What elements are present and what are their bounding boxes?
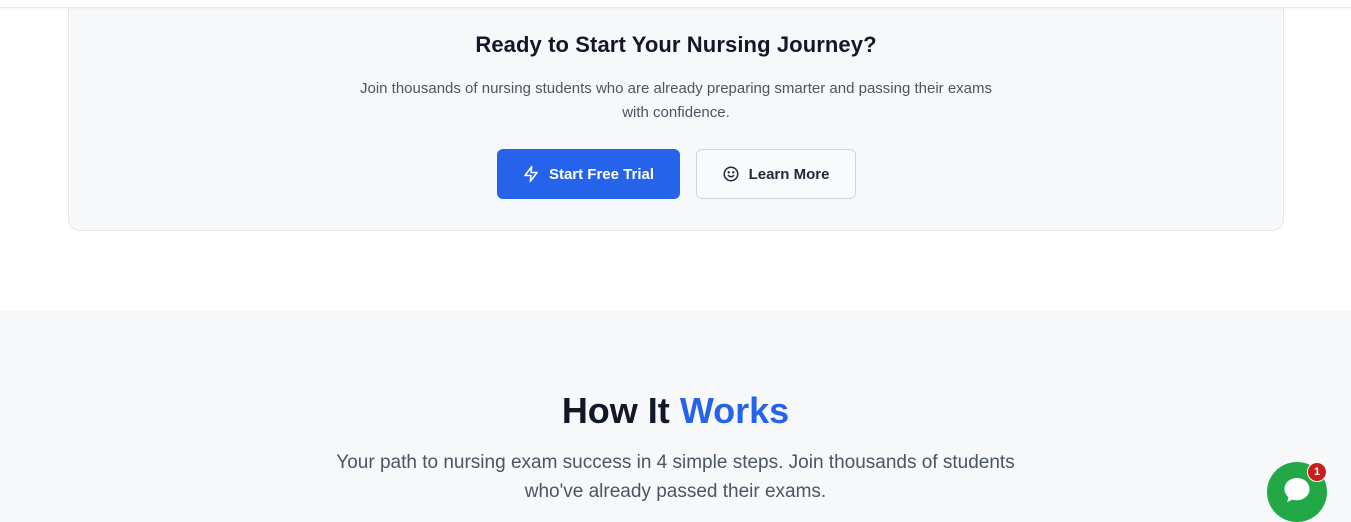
page: Ready to Start Your Nursing Journey? Joi…	[0, 0, 1351, 522]
lightning-icon	[522, 165, 540, 183]
how-it-works-title: How It Works	[0, 391, 1351, 431]
cta-card: Ready to Start Your Nursing Journey? Joi…	[68, 0, 1284, 231]
learn-more-label: Learn More	[748, 165, 830, 183]
learn-more-button[interactable]: Learn More	[695, 149, 856, 199]
start-free-trial-label: Start Free Trial	[548, 165, 655, 183]
how-it-works-section: How It Works Your path to nursing exam s…	[0, 311, 1351, 522]
how-it-works-description: Your path to nursing exam success in 4 s…	[336, 452, 1015, 502]
how-it-works-title-main: How It	[561, 390, 670, 431]
chat-notification-badge: 1	[1307, 462, 1327, 482]
cta-description: Join thousands of nursing students who a…	[359, 80, 993, 121]
smiley-icon	[722, 165, 740, 183]
cta-title: Ready to Start Your Nursing Journey?	[475, 32, 877, 57]
cta-button-row: Start Free Trial Learn More	[69, 149, 1283, 199]
how-it-works-title-accent: Works	[679, 390, 790, 431]
header-edge	[0, 0, 1351, 8]
start-free-trial-button[interactable]: Start Free Trial	[496, 149, 680, 199]
